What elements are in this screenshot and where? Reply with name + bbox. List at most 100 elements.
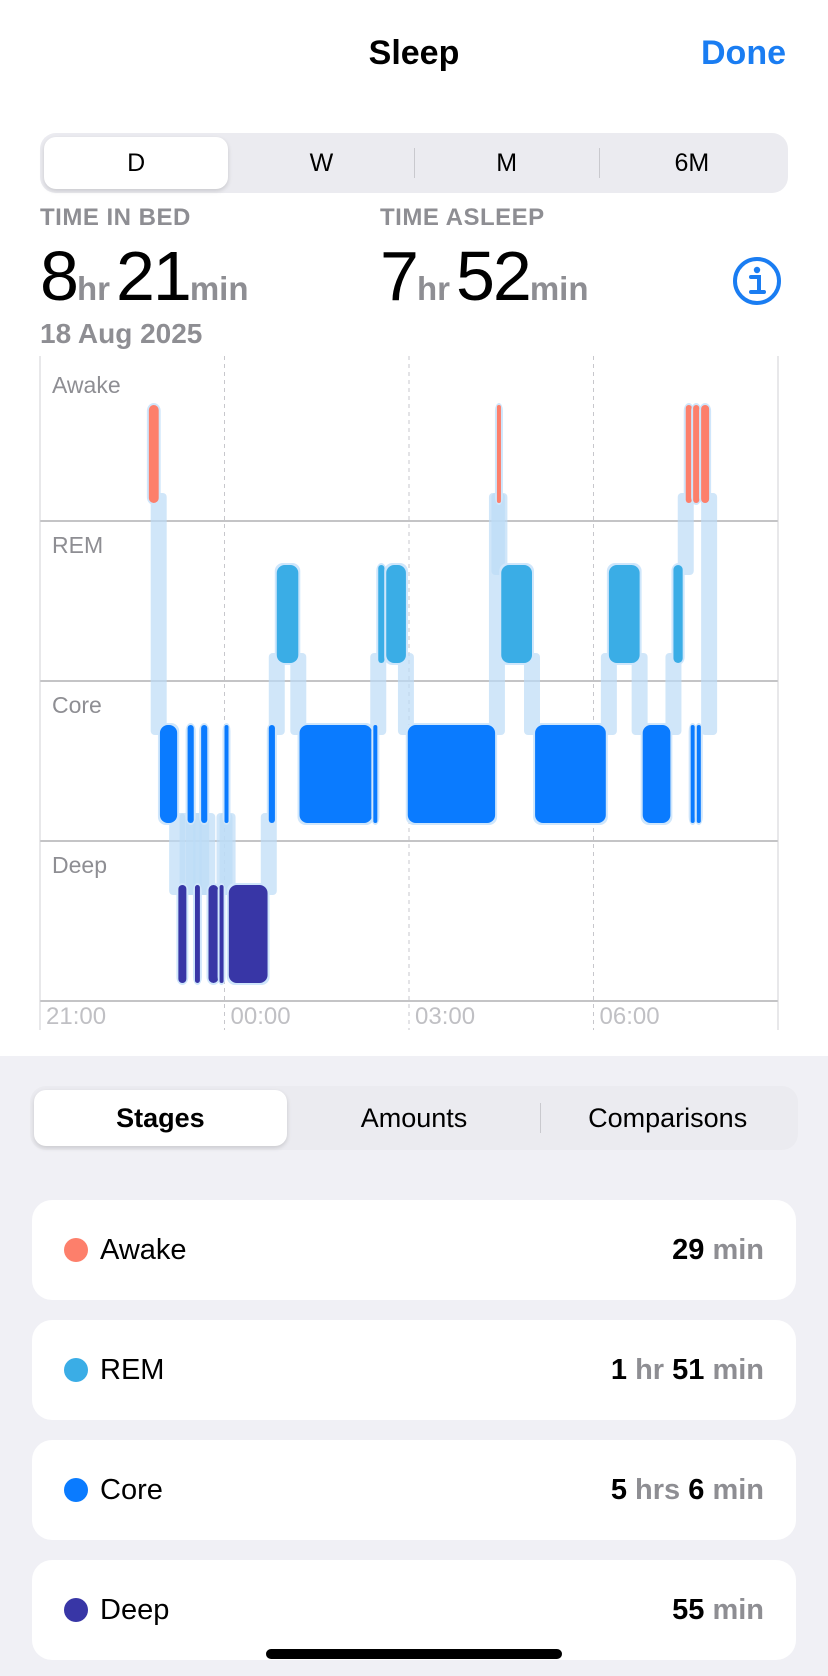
x-tick-label: 03:00	[415, 1003, 475, 1030]
time-in-bed-minutes: 21	[115, 237, 192, 315]
sleep-segment-deep	[194, 885, 200, 983]
sleep-segment-core	[407, 725, 496, 823]
stage-transition-connector	[397, 653, 414, 735]
duration-number: 29	[672, 1233, 713, 1266]
stage-transition-connector	[600, 653, 617, 735]
tab-amounts[interactable]: Amounts	[288, 1090, 541, 1146]
sleep-segment-core	[187, 725, 194, 823]
sleep-segment-core	[535, 725, 606, 823]
tab-day[interactable]: D	[44, 137, 229, 189]
duration-unit: min	[712, 1353, 764, 1386]
time-in-bed-hours: 8	[40, 237, 79, 315]
stage-total-card[interactable]: Core 5 hrs 6 min	[32, 1440, 796, 1540]
x-tick-label: 06:00	[600, 1003, 660, 1030]
sleep-segment-deep	[178, 885, 187, 983]
sleep-segment-core	[224, 725, 229, 823]
sleep-segment-rem	[608, 565, 640, 663]
stage-transition-connector	[665, 653, 682, 735]
sleep-segment-rem	[378, 565, 385, 663]
duration-number: 5	[610, 1473, 636, 1506]
sleep-segment-deep	[219, 885, 224, 983]
sleep-segment-core	[201, 725, 208, 823]
sleep-segment-awake	[148, 405, 159, 503]
sleep-stages-chart: 21:00 00:00 03:00 06:00 Awake REM Core Deep	[39, 356, 779, 1030]
stage-total-card[interactable]: Awake 29 min	[32, 1200, 796, 1300]
stage-duration: 55 min	[672, 1594, 764, 1627]
sleep-segment-core	[696, 725, 701, 823]
time-asleep-value: 7hr52min	[380, 236, 594, 316]
stage-total-card[interactable]: REM 1 hr 51 min	[32, 1320, 796, 1420]
sleep-segment-awake	[693, 405, 700, 503]
stage-transition-connector	[677, 493, 694, 575]
range-segmented-control: D W M 6M	[40, 133, 788, 193]
sleep-segment-rem	[386, 565, 406, 663]
stage-duration: 29 min	[672, 1234, 764, 1267]
stage-transition-connector	[219, 813, 236, 895]
stage-duration: 5 hrs 6 min	[611, 1474, 764, 1507]
stage-label-awake: Awake	[52, 372, 121, 398]
time-asleep-hours: 7	[380, 237, 419, 315]
sleep-segment-core	[268, 725, 275, 823]
detail-segmented-control: Stages Amounts Comparisons	[30, 1086, 798, 1150]
sleep-segment-core	[299, 725, 373, 823]
time-asleep-minutes: 52	[455, 237, 532, 315]
stage-name: Deep	[100, 1593, 170, 1626]
min-unit: min	[529, 270, 589, 307]
sleep-segment-core	[642, 725, 671, 823]
duration-number: 55	[672, 1593, 713, 1626]
stage-transition-connector	[199, 813, 216, 895]
duration-number: 6	[680, 1473, 713, 1506]
stage-name: REM	[100, 1353, 165, 1386]
done-button[interactable]: Done	[701, 34, 786, 73]
stage-transition-connector	[370, 653, 387, 735]
stage-transition-connector	[260, 813, 277, 895]
tab-week[interactable]: W	[229, 137, 413, 189]
stage-duration: 1 hr 51 min	[611, 1354, 764, 1387]
stage-transition-connector	[268, 653, 285, 735]
stage-color-dot	[64, 1358, 88, 1382]
stage-total-card[interactable]: Deep 55 min	[32, 1560, 796, 1660]
stage-transition-connector	[524, 653, 540, 735]
stage-name: Core	[100, 1473, 163, 1506]
duration-unit: hr	[635, 1353, 665, 1386]
stage-label-deep: Deep	[52, 852, 107, 878]
sleep-segment-core	[159, 725, 178, 823]
sleep-segment-deep	[228, 885, 268, 983]
sleep-segment-awake	[701, 405, 710, 503]
stage-color-dot	[64, 1598, 88, 1622]
sleep-segment-awake	[685, 405, 692, 503]
stage-transition-connector	[150, 493, 167, 735]
stage-transition-connector	[701, 493, 718, 735]
stage-color-dot	[64, 1238, 88, 1262]
x-tick-label: 00:00	[231, 1003, 291, 1030]
duration-unit: min	[712, 1233, 764, 1266]
time-in-bed-label: TIME IN BED	[40, 204, 191, 231]
stage-transition-connector	[631, 653, 648, 735]
tab-comparisons[interactable]: Comparisons	[541, 1090, 794, 1146]
stage-label-rem: REM	[52, 532, 103, 558]
time-asleep-label: TIME ASLEEP	[380, 204, 545, 231]
sleep-segment-core	[690, 725, 695, 823]
duration-number: 1	[610, 1353, 636, 1386]
x-tick-label: 21:00	[46, 1003, 106, 1030]
home-indicator[interactable]	[266, 1649, 562, 1659]
duration-number: 51	[664, 1353, 713, 1386]
sleep-segment-awake	[496, 405, 501, 503]
hr-unit: hr	[416, 270, 450, 307]
tab-six-months[interactable]: 6M	[600, 137, 784, 189]
hr-unit: hr	[76, 270, 110, 307]
chart-date: 18 Aug 2025	[40, 318, 203, 349]
stage-transition-connector	[491, 493, 508, 575]
sleep-segment-rem	[276, 565, 299, 663]
sleep-segment-rem	[501, 565, 532, 663]
info-icon[interactable]	[732, 256, 782, 306]
duration-unit: min	[712, 1473, 764, 1506]
stage-color-dot	[64, 1478, 88, 1502]
sleep-segment-core	[373, 725, 378, 823]
sleep-segment-rem	[673, 565, 683, 663]
min-unit: min	[189, 270, 249, 307]
time-in-bed-value: 8hr21min	[40, 236, 254, 316]
tab-month[interactable]: M	[415, 137, 599, 189]
tab-stages[interactable]: Stages	[34, 1090, 287, 1146]
sleep-segment-deep	[208, 885, 219, 983]
